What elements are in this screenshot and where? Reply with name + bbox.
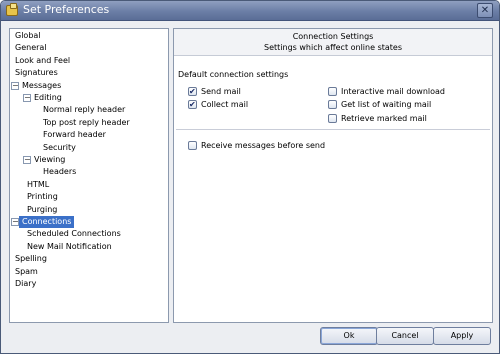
- tree-item-label: Normal reply header: [43, 105, 126, 115]
- waiting-mail-label: Get list of waiting mail: [341, 100, 432, 109]
- receive-before-send-checkbox[interactable]: [188, 141, 197, 150]
- close-button[interactable]: ✕: [477, 3, 493, 18]
- tree-item-spam[interactable]: Spam: [10, 266, 168, 278]
- collect-mail-label: Collect mail: [201, 100, 249, 109]
- tree-item-purging[interactable]: Purging: [10, 204, 168, 216]
- tree-item-label: HTML: [27, 179, 50, 189]
- tree-item-label: Diary: [15, 279, 37, 288]
- tree-item-label: Scheduled Connections: [27, 229, 121, 239]
- waiting-mail-checkbox[interactable]: [328, 100, 337, 109]
- interactive-download-label: Interactive mail download: [341, 87, 446, 96]
- tree-item-headers[interactable]: Headers: [10, 166, 168, 178]
- tree-item-forward-header[interactable]: Forward header: [10, 129, 168, 141]
- retrieve-marked-label: Retrieve marked mail: [341, 114, 427, 123]
- title-bar[interactable]: Set Preferences ✕: [1, 1, 499, 21]
- tree-item-viewing[interactable]: − Viewing: [10, 154, 168, 166]
- tree-item-connections[interactable]: − Connections: [10, 216, 168, 228]
- settings-panel: Connection Settings Settings which affec…: [173, 28, 493, 323]
- tree-item-general[interactable]: General: [10, 42, 168, 54]
- tree-item-label: Signatures: [15, 68, 58, 78]
- send-mail-checkbox[interactable]: [188, 86, 197, 97]
- tree-item-label: Printing: [27, 192, 58, 202]
- tree-item-label: Editing: [34, 93, 62, 102]
- tree-item-signatures[interactable]: Signatures: [10, 67, 168, 79]
- tree-item-label: Messages: [22, 80, 62, 90]
- window-title: Set Preferences: [23, 3, 110, 16]
- retrieve-marked-checkbox[interactable]: [328, 114, 337, 123]
- collapse-icon[interactable]: −: [23, 156, 31, 164]
- tree-item-scheduled-connections[interactable]: Scheduled Connections: [10, 228, 168, 240]
- tree-item-messages[interactable]: − Messages: [10, 80, 168, 92]
- tree-item-diary[interactable]: Diary: [10, 278, 168, 290]
- tree-item-global[interactable]: Global: [10, 30, 168, 42]
- tree-item-new-mail-notification[interactable]: New Mail Notification: [10, 241, 168, 253]
- tree-item-label: Headers: [43, 167, 77, 177]
- tree-item-label: Spelling: [15, 254, 47, 264]
- tree-item-label: Connections: [19, 216, 75, 228]
- tree-item-label: Viewing: [34, 155, 66, 164]
- tree-item-label: General: [15, 43, 47, 53]
- receive-before-send-label: Receive messages before send: [201, 141, 326, 150]
- preferences-icon: [6, 3, 18, 16]
- tree-item-security[interactable]: Security: [10, 142, 168, 154]
- panel-subtitle: Settings which affect online states: [264, 43, 402, 52]
- ok-button[interactable]: Ok: [320, 327, 378, 345]
- tree-item-printing[interactable]: Printing: [10, 191, 168, 203]
- section-label: Default connection settings: [178, 70, 289, 79]
- collect-mail-checkbox[interactable]: [188, 99, 197, 110]
- collapse-icon[interactable]: −: [11, 81, 19, 90]
- tree-item-label: Look and Feel: [15, 55, 71, 65]
- tree-item-top-post-reply-header[interactable]: Top post reply header: [10, 117, 168, 129]
- tree-item-editing[interactable]: − Editing: [10, 92, 168, 104]
- preferences-window: Set Preferences ✕ Global General Look and …: [0, 0, 500, 354]
- tree-item-label: Security: [43, 142, 76, 152]
- tree-item-label: New Mail Notification: [27, 241, 112, 251]
- collapse-icon[interactable]: −: [23, 94, 31, 102]
- preferences-tree[interactable]: Global General Look and Feel Signatures − Mes…: [9, 28, 169, 323]
- tree-item-normal-reply-header[interactable]: Normal reply header: [10, 104, 168, 116]
- tree-item-label: Forward header: [43, 130, 106, 140]
- panel-title: Connection Settings: [292, 32, 374, 41]
- interactive-download-checkbox[interactable]: [328, 87, 337, 96]
- collapse-icon[interactable]: −: [11, 218, 19, 226]
- tree-item-label: Purging: [27, 204, 58, 214]
- section-divider: [176, 129, 490, 130]
- tree-item-spelling[interactable]: Spelling: [10, 253, 168, 265]
- tree-item-look-and-feel[interactable]: Look and Feel: [10, 55, 168, 67]
- tree-item-html[interactable]: HTML: [10, 179, 168, 191]
- cancel-button[interactable]: Cancel: [376, 327, 434, 345]
- apply-button[interactable]: Apply: [433, 327, 491, 345]
- tree-item-label: Global: [15, 31, 41, 40]
- send-mail-label: Send mail: [201, 87, 241, 96]
- panel-header: Connection Settings Settings which affec…: [174, 29, 492, 56]
- tree-item-label: Spam: [15, 266, 38, 276]
- tree-item-label: Top post reply header: [43, 117, 130, 127]
